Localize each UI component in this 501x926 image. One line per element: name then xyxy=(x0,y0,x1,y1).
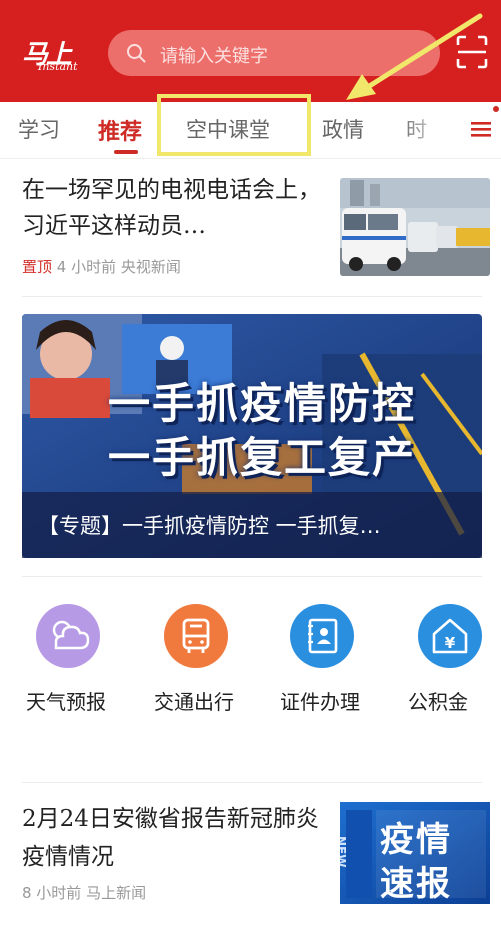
service-label: 天气预报 xyxy=(26,690,106,714)
tabs-divider xyxy=(0,158,501,159)
tab-fade xyxy=(400,102,460,158)
notification-dot xyxy=(493,106,499,112)
weather-icon xyxy=(36,604,100,668)
divider xyxy=(22,576,482,577)
article-source: 马上新闻 xyxy=(86,884,147,902)
article-time: 4 小时前 xyxy=(56,258,117,276)
divider xyxy=(22,296,482,297)
active-tab-indicator xyxy=(114,150,138,154)
article-meta: 置顶 4 小时前 央视新闻 xyxy=(22,256,181,277)
service-label: 公积金 xyxy=(408,690,468,714)
thumb-text-1: 疫情 xyxy=(380,820,452,860)
article-meta: 8 小时前 马上新闻 xyxy=(22,882,146,903)
highlight-box xyxy=(157,94,311,156)
banner-headline-1: 一手抓疫情防控 xyxy=(107,379,416,428)
banner-headline-2: 一手抓复工复产 xyxy=(107,433,416,482)
search-icon xyxy=(127,44,146,63)
app-header: 马上 Instant 请输入关键字 xyxy=(0,0,501,102)
ambulance-photo xyxy=(340,178,490,276)
article-thumbnail[interactable]: NEW 疫情 速报 xyxy=(340,802,490,904)
thumb-text-2: 速报 xyxy=(380,864,452,904)
svg-text:¥: ¥ xyxy=(445,634,456,652)
divider xyxy=(22,782,482,783)
pinned-badge: 置顶 xyxy=(22,258,53,276)
menu-icon[interactable] xyxy=(470,118,492,140)
logo-subtext: Instant xyxy=(38,60,78,73)
article-title[interactable]: 在一场罕见的电视电话会上，习近平这样动员… xyxy=(22,172,322,244)
app-logo[interactable]: 马上 Instant xyxy=(16,32,88,76)
tab-recommend[interactable]: 推荐 xyxy=(98,114,142,146)
scan-icon[interactable] xyxy=(456,35,488,69)
id-card-icon xyxy=(290,604,354,668)
article-source: 央视新闻 xyxy=(120,258,181,276)
housing-fund-icon: ¥ xyxy=(418,604,482,668)
banner-caption[interactable]: 【专题】一手抓疫情防控 一手抓复… xyxy=(22,492,482,558)
bus-icon xyxy=(164,604,228,668)
tab-study[interactable]: 学习 xyxy=(18,114,60,144)
article-thumbnail[interactable] xyxy=(340,178,490,276)
article-title[interactable]: 2月24日安徽省报告新冠肺炎疫情情况 xyxy=(22,800,322,876)
banner-caption-text: 【专题】一手抓疫情防控 一手抓复… xyxy=(38,514,381,538)
service-label: 证件办理 xyxy=(280,690,360,714)
search-bar[interactable]: 请输入关键字 xyxy=(108,30,440,76)
tab-politics[interactable]: 政情 xyxy=(322,114,364,144)
new-tag: NEW xyxy=(340,836,348,868)
article-time: 8 小时前 xyxy=(22,884,82,902)
search-placeholder: 请输入关键字 xyxy=(160,46,268,67)
service-label: 交通出行 xyxy=(154,690,234,714)
